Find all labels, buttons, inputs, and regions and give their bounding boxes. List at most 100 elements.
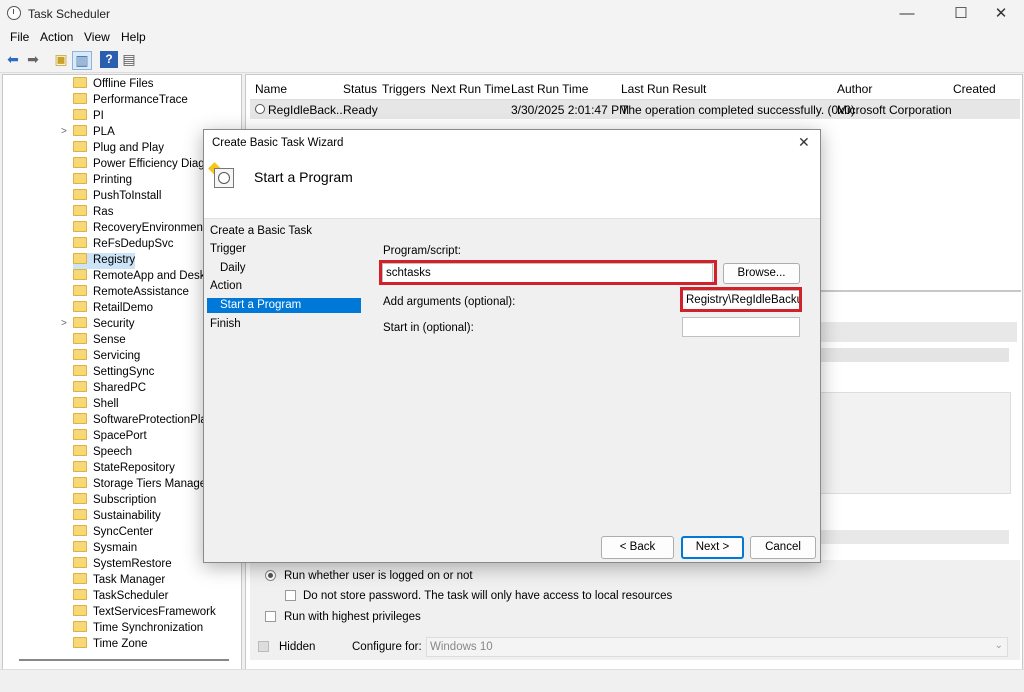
tree-item[interactable]: Sysmain (73, 541, 137, 557)
folder-icon (73, 381, 87, 392)
tree-item[interactable]: Storage Tiers Managem (73, 477, 216, 493)
next-button[interactable]: Next > (681, 536, 744, 559)
tree-item-label: Servicing (93, 350, 141, 362)
tree-item[interactable]: Registry (73, 253, 136, 269)
tree-item[interactable]: Power Efficiency Diagno (73, 157, 217, 173)
dialog-close-icon[interactable]: ✕ (798, 134, 810, 151)
hidden-checkbox[interactable] (258, 641, 269, 655)
column-header-name[interactable]: Name (255, 82, 287, 96)
folder-icon (73, 141, 87, 152)
tree-item[interactable]: Shell (73, 397, 119, 413)
task-clock-icon (255, 104, 265, 114)
run-whether-radio[interactable] (265, 570, 276, 584)
tree-item[interactable]: PushToInstall (73, 189, 161, 205)
tree-item[interactable]: Security (73, 317, 135, 333)
folder-icon (73, 557, 87, 568)
tree-item[interactable]: SettingSync (73, 365, 154, 381)
tree-item[interactable]: Printing (73, 173, 132, 189)
folder-icon (73, 253, 87, 264)
task-name-cell: RegIdleBack... (268, 103, 347, 117)
tree-item[interactable]: SyncCenter (73, 525, 153, 541)
column-header-author[interactable]: Author (837, 82, 872, 96)
tree-item[interactable]: Task Manager (73, 573, 165, 589)
no-store-password-checkbox[interactable] (285, 590, 296, 604)
configure-for-select[interactable]: Windows 10 ⌄ (426, 637, 1008, 657)
tree-item[interactable]: Offline Files (73, 77, 154, 93)
tree-item[interactable]: Servicing (73, 349, 140, 365)
properties-pane-icon[interactable]: ▤ (120, 51, 138, 68)
back-button[interactable]: < Back (601, 536, 674, 559)
tree-item[interactable]: RecoveryEnvironment (73, 221, 206, 237)
tree-item[interactable]: TextServicesFramework (73, 605, 216, 621)
tree-item[interactable]: Speech (73, 445, 132, 461)
menu-action[interactable]: Action (40, 30, 73, 44)
browse-button[interactable]: Browse... (723, 263, 800, 284)
tree-item[interactable]: StateRepository (73, 461, 175, 477)
wizard-page-heading: Start a Program (254, 169, 353, 185)
tree-item-label: RecoveryEnvironment (93, 222, 207, 234)
close-button[interactable]: ✕ (978, 0, 1024, 28)
folder-icon (73, 637, 87, 648)
tree-item[interactable]: Sense (73, 333, 126, 349)
tree-item-label: Shell (93, 398, 119, 410)
start-in-input[interactable] (682, 317, 800, 337)
highest-privileges-checkbox[interactable] (265, 611, 276, 625)
menu-view[interactable]: View (84, 30, 110, 44)
tree-item[interactable]: Time Synchronization (73, 621, 203, 637)
tree-item[interactable]: TaskScheduler (73, 589, 168, 605)
folder-icon (73, 541, 87, 552)
tree-item[interactable]: Time Zone (73, 637, 148, 653)
column-header-last-run-result[interactable]: Last Run Result (621, 82, 706, 96)
tree-item[interactable]: Ras (73, 205, 113, 221)
tree-item[interactable]: SharedPC (73, 381, 146, 397)
task-status-cell: Ready (343, 103, 378, 117)
tree-item-label: SystemRestore (93, 558, 172, 570)
dialog-title-bar: Create Basic Task Wizard ✕ (204, 130, 820, 156)
up-folder-icon[interactable]: ▣ (52, 51, 70, 68)
folder-icon (73, 109, 87, 120)
back-arrow-icon[interactable]: ⬅ (4, 51, 22, 68)
column-header-created[interactable]: Created (953, 82, 996, 96)
menu-file[interactable]: File (10, 30, 29, 44)
wizard-step: Action (210, 280, 242, 292)
wizard-step: Trigger (210, 243, 246, 255)
tree-horizontal-scrollbar[interactable] (19, 659, 229, 661)
menu-help[interactable]: Help (121, 30, 146, 44)
add-arguments-label: Add arguments (optional): (383, 296, 516, 308)
tree-item[interactable]: Sustainability (73, 509, 161, 525)
minimize-button[interactable]: — (884, 0, 930, 28)
folder-icon (73, 493, 87, 504)
folder-icon (73, 461, 87, 472)
tree-item[interactable]: RetailDemo (73, 301, 153, 317)
column-header-last-run-time[interactable]: Last Run Time (511, 82, 588, 96)
cancel-button[interactable]: Cancel (750, 536, 816, 559)
toolbar: ⬅ ➡ ▣ ▥ ? ▤ (0, 48, 1024, 73)
show-hide-console-tree-icon[interactable]: ▥ (72, 51, 92, 70)
column-header-next-run-time[interactable]: Next Run Time (431, 82, 510, 96)
tree-item[interactable]: RemoteApp and Deskto (73, 269, 215, 285)
tree-item[interactable]: SoftwareProtectionPlatf (73, 413, 213, 429)
pane-splitter[interactable] (819, 290, 1021, 292)
tree-item[interactable]: ReFsDedupSvc (73, 237, 174, 253)
tree-item[interactable]: SystemRestore (73, 557, 172, 573)
forward-arrow-icon[interactable]: ➡ (24, 51, 42, 68)
tree-item[interactable]: PLA (73, 125, 115, 141)
tree-item[interactable]: Plug and Play (73, 141, 164, 157)
tree-expander-icon[interactable]: > (61, 318, 67, 329)
column-header-status[interactable]: Status (343, 82, 377, 96)
help-icon[interactable]: ? (100, 51, 118, 68)
tree-item[interactable]: RemoteAssistance (73, 285, 189, 301)
chevron-down-icon: ⌄ (994, 640, 1003, 651)
tree-item[interactable]: Subscription (73, 493, 156, 509)
property-group (819, 392, 1011, 494)
folder-icon (73, 509, 87, 520)
folder-icon (73, 157, 87, 168)
column-header-triggers[interactable]: Triggers (382, 82, 426, 96)
tree-item[interactable]: SpacePort (73, 429, 147, 445)
tree-item[interactable]: PI (73, 109, 104, 125)
arguments-highlight-box (680, 287, 802, 312)
property-row (819, 348, 1009, 362)
tree-expander-icon[interactable]: > (61, 126, 67, 137)
tree-item[interactable]: PerformanceTrace (73, 93, 188, 109)
folder-icon (73, 477, 87, 488)
